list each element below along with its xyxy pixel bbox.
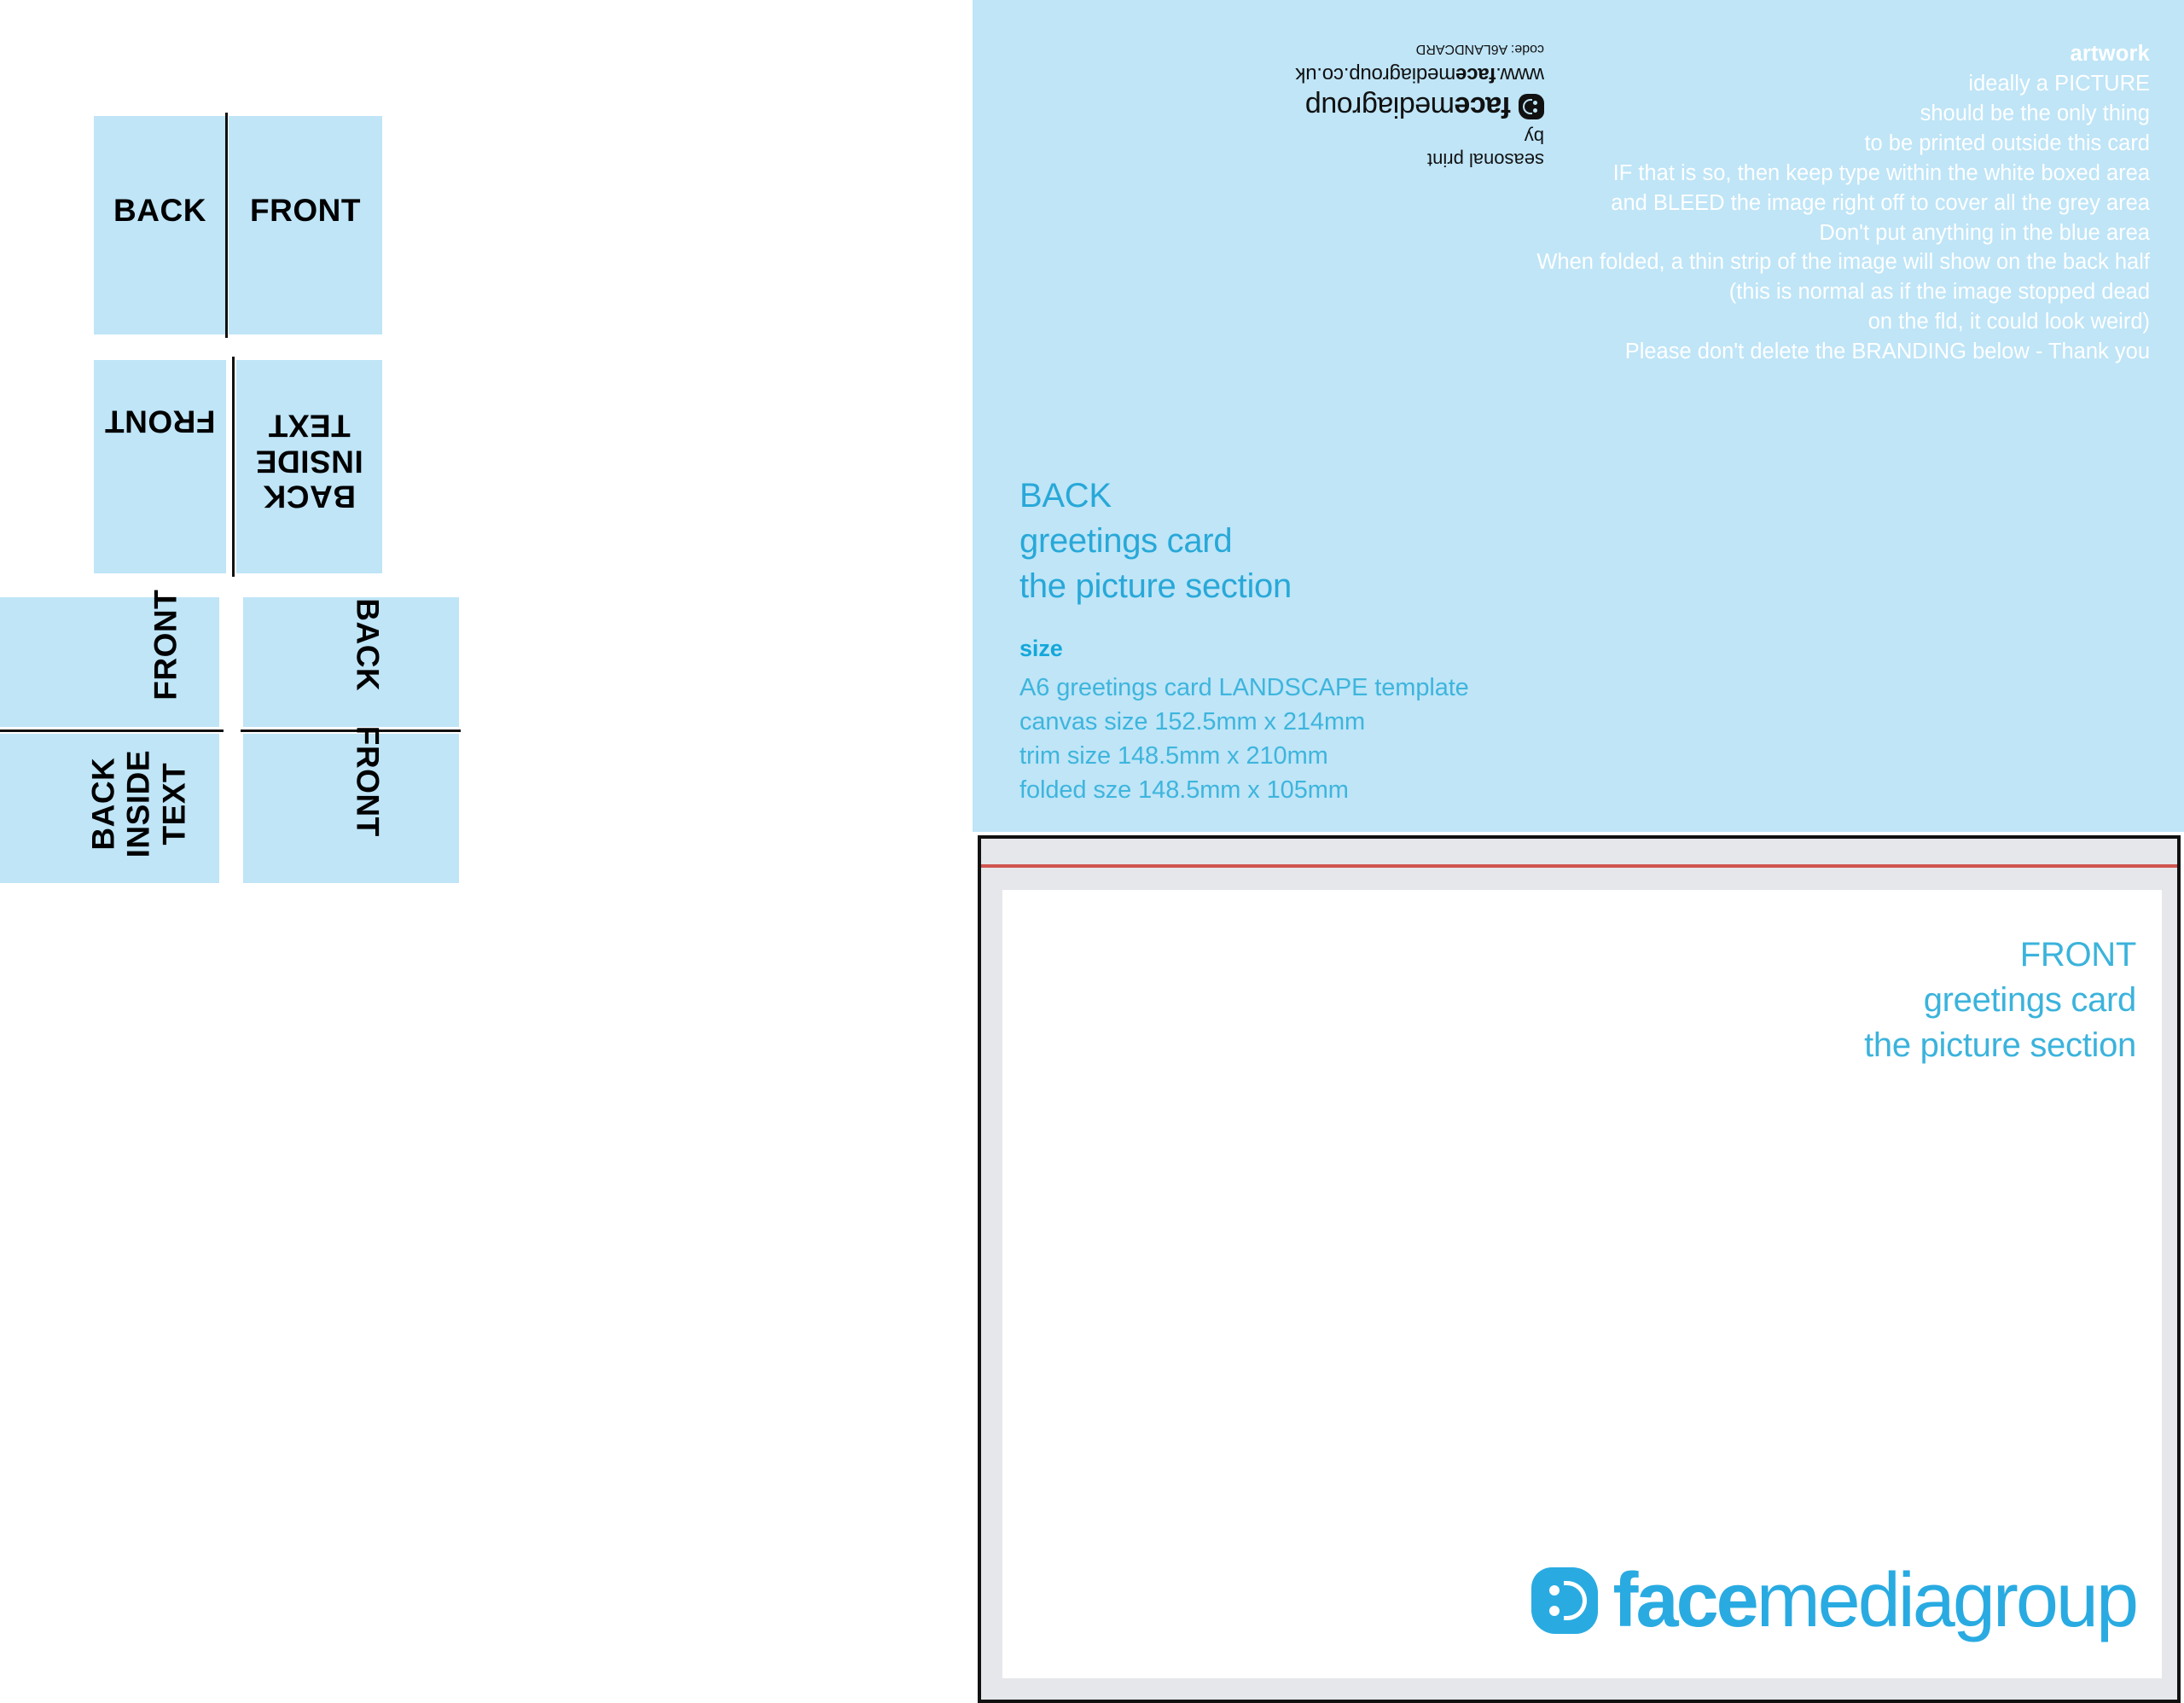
artwork-note-line: should be the only thing	[1920, 101, 2150, 125]
artwork-note-line: IF that is so, then keep type within the…	[1612, 160, 2150, 185]
diagram1-label-front: FRONT	[250, 193, 361, 228]
artwork-note-line: When folded, a thin strip of the image w…	[1536, 250, 2150, 275]
diagram2-panel-front	[94, 360, 226, 573]
size-line: trim size 148.5mm x 210mm	[1019, 742, 1328, 770]
diagram3-label-back-inside: BACK INSIDE TEXT	[85, 749, 192, 858]
front-heading-line3: the picture section	[1864, 1026, 2136, 1065]
front-section-heading: FRONT greetings card the picture section	[1864, 933, 2136, 1069]
back-blue-area: seasonal print by facemediagroup www.fac…	[973, 0, 2184, 832]
artwork-note-line: ideally a PICTURE	[1968, 71, 2150, 96]
logo-wordmark: facemediagroup	[1612, 1558, 2139, 1643]
artwork-note-line: on the fld, it could look weird)	[1867, 310, 2150, 334]
diagram2-label-back-inside: BACK INSIDE TEXT	[255, 408, 363, 514]
diagram2-fold-line	[232, 357, 235, 577]
diagram3-label-front-2: FRONT	[350, 725, 386, 837]
artwork-instructions: artwork ideally a PICTURE should be the …	[1297, 39, 2150, 367]
size-line: canvas size 152.5mm x 214mm	[1019, 708, 1366, 736]
diagram2-label-front: FRONT	[104, 404, 216, 439]
diagram1-label-back: BACK	[113, 193, 206, 228]
artwork-note-line: (this is normal as if the image stopped …	[1728, 280, 2150, 305]
artwork-note-line: to be printed outside this card	[1864, 131, 2150, 155]
artwork-note-heading: artwork	[2070, 42, 2150, 66]
facemediagroup-logo: facemediagroup	[1531, 1558, 2139, 1643]
front-heading-line2: greetings card	[1923, 981, 2137, 1020]
back-heading-line1: BACK	[1019, 477, 1112, 514]
front-heading-line1: FRONT	[2019, 936, 2137, 974]
diagram3-label-front: FRONT	[148, 589, 183, 700]
diagram3-panel-front	[0, 597, 219, 727]
print-template-page: BACK FRONT FRONT BACK INSIDE TEXT FRONT …	[0, 0, 2184, 1703]
artwork-note-line: Don't put anything in the blue area	[1819, 220, 2150, 245]
back-heading-line3: the picture section	[1019, 567, 1292, 605]
back-section-heading: BACK greetings card the picture section	[1019, 474, 1292, 608]
size-line: folded sze 148.5mm x 105mm	[1019, 776, 1349, 805]
front-card-area: FRONT greetings card the picture section…	[973, 832, 2184, 1703]
size-info-block: size A6 greetings card LANDSCAPE templat…	[1019, 633, 1469, 807]
fold-diagrams-panel: BACK FRONT FRONT BACK INSIDE TEXT FRONT …	[0, 0, 973, 1703]
face-smiley-icon	[1531, 1567, 1598, 1634]
diagram3-label-back: BACK	[350, 598, 386, 692]
back-heading-line2: greetings card	[1019, 521, 1233, 560]
artwork-template-panel: seasonal print by facemediagroup www.fac…	[973, 0, 2184, 1703]
size-line: A6 greetings card LANDSCAPE template	[1019, 674, 1469, 702]
front-white-safe-area: FRONT greetings card the picture section…	[1002, 890, 2162, 1678]
artwork-note-line: Please don't delete the BRANDING below -…	[1624, 340, 2150, 364]
artwork-note-line: and BLEED the image right off to cover a…	[1611, 190, 2150, 215]
trim-line-red	[981, 864, 2177, 868]
bleed-grey-area: FRONT greetings card the picture section…	[978, 835, 2181, 1703]
size-heading: size	[1019, 636, 1063, 661]
